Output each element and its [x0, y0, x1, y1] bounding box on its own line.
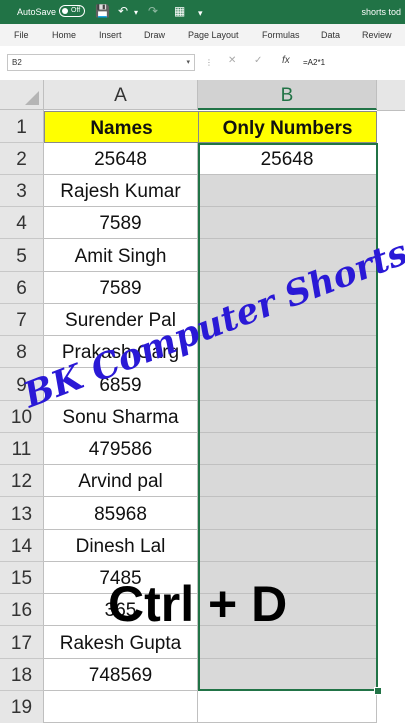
- row-header[interactable]: 7: [0, 304, 44, 336]
- redo-icon[interactable]: ↷: [148, 4, 158, 18]
- save-icon[interactable]: 💾: [95, 4, 110, 18]
- name-box[interactable]: B2 ▾: [7, 54, 195, 71]
- column-header-a[interactable]: A: [44, 80, 198, 110]
- cell-a5[interactable]: Amit Singh: [44, 239, 198, 272]
- select-all-corner[interactable]: [0, 80, 44, 110]
- cell-b19[interactable]: [198, 691, 377, 723]
- shortcut-caption: Ctrl + D: [108, 576, 288, 632]
- customize-toolbar-icon[interactable]: ▾: [198, 6, 203, 20]
- title-bar: AutoSave Off 💾 ↶ ▾ ↷ ▦ ▾ shorts tod: [0, 0, 405, 24]
- row-header[interactable]: 13: [0, 497, 44, 530]
- row-header[interactable]: 5: [0, 239, 44, 272]
- row-header[interactable]: 14: [0, 530, 44, 562]
- row-header[interactable]: 11: [0, 433, 44, 465]
- row-header[interactable]: 16: [0, 594, 44, 626]
- cell-a11[interactable]: 479586: [44, 433, 198, 465]
- cell-a18[interactable]: 748569: [44, 659, 198, 691]
- row-header[interactable]: 15: [0, 562, 44, 594]
- toggle-knob: [62, 8, 68, 14]
- document-title: shorts tod: [361, 7, 401, 17]
- tab-review[interactable]: Review: [362, 30, 392, 40]
- insert-function-icon[interactable]: fx: [282, 55, 290, 66]
- undo-icon[interactable]: ↶: [118, 4, 128, 18]
- undo-dropdown-icon[interactable]: ▾: [134, 6, 138, 20]
- row-header[interactable]: 12: [0, 465, 44, 497]
- tab-formulas[interactable]: Formulas: [262, 30, 300, 40]
- tab-file[interactable]: File: [14, 30, 29, 40]
- enter-icon[interactable]: ✓: [254, 55, 262, 66]
- cell-a4[interactable]: 7589: [44, 207, 198, 239]
- tab-draw[interactable]: Draw: [144, 30, 165, 40]
- more-icon[interactable]: ⋮: [205, 58, 213, 67]
- cell-b11[interactable]: [198, 433, 377, 465]
- row-header[interactable]: 8: [0, 336, 44, 368]
- cell-a2[interactable]: 25648: [44, 143, 198, 175]
- fill-handle[interactable]: [374, 687, 382, 695]
- tab-page-layout[interactable]: Page Layout: [188, 30, 239, 40]
- toggle-state: Off: [71, 7, 81, 14]
- cell-a10[interactable]: Sonu Sharma: [44, 401, 198, 433]
- cell-b9[interactable]: [198, 368, 377, 401]
- row-header[interactable]: 17: [0, 626, 44, 659]
- formula-bar: B2 ▾ ⋮ ✕ ✓ fx =A2*1: [0, 46, 405, 81]
- cell-b13[interactable]: [198, 497, 377, 530]
- cancel-icon[interactable]: ✕: [228, 55, 236, 66]
- tab-data[interactable]: Data: [321, 30, 340, 40]
- cell-a12[interactable]: Arvind pal: [44, 465, 198, 497]
- row-header[interactable]: 18: [0, 659, 44, 691]
- chevron-down-icon[interactable]: ▾: [186, 58, 190, 66]
- column-header-c[interactable]: [377, 80, 405, 111]
- cell-b4[interactable]: [198, 207, 377, 239]
- row-header[interactable]: 6: [0, 272, 44, 304]
- ribbon-tabs: File Home Insert Draw Page Layout Formul…: [0, 24, 405, 47]
- autosave-label: AutoSave: [17, 7, 57, 17]
- cell-a13[interactable]: 85968: [44, 497, 198, 530]
- row-header[interactable]: 1: [0, 110, 44, 143]
- row-header[interactable]: 2: [0, 143, 44, 175]
- cell-a14[interactable]: Dinesh Lal: [44, 530, 198, 562]
- cell-a3[interactable]: Rajesh Kumar: [44, 175, 198, 207]
- formula-input[interactable]: =A2*1: [303, 58, 403, 74]
- header-cell-names[interactable]: Names: [44, 111, 199, 143]
- cell-b3[interactable]: [198, 175, 377, 207]
- tab-home[interactable]: Home: [52, 30, 76, 40]
- row-header[interactable]: 3: [0, 175, 44, 207]
- cell-b12[interactable]: [198, 465, 377, 497]
- cell-b2[interactable]: 25648: [198, 143, 377, 175]
- form-icon[interactable]: ▦: [174, 4, 185, 18]
- column-header-b[interactable]: B: [198, 80, 377, 110]
- tab-insert[interactable]: Insert: [99, 30, 122, 40]
- cell-a6[interactable]: 7589: [44, 272, 198, 304]
- row-header[interactable]: 4: [0, 207, 44, 239]
- autosave-toggle[interactable]: Off: [59, 5, 85, 17]
- row-header[interactable]: 19: [0, 691, 44, 723]
- name-box-value: B2: [12, 58, 22, 67]
- header-cell-only-numbers[interactable]: Only Numbers: [198, 111, 377, 143]
- cell-b10[interactable]: [198, 401, 377, 433]
- cell-a19[interactable]: [44, 691, 198, 723]
- select-all-icon: [25, 91, 39, 105]
- cell-b18[interactable]: [198, 659, 377, 691]
- cell-b14[interactable]: [198, 530, 377, 562]
